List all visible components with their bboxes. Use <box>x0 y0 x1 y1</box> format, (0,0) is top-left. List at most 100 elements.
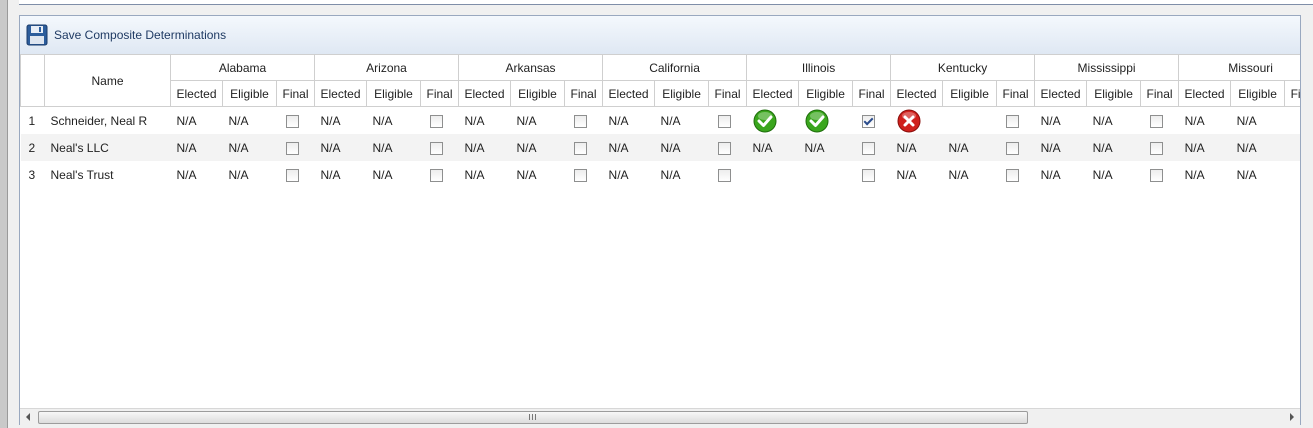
final-checkbox[interactable] <box>285 114 299 128</box>
final-checkbox[interactable] <box>717 141 731 155</box>
column-header-kentucky-elected[interactable]: Elected <box>890 80 944 107</box>
elected-cell: N/A <box>608 113 629 128</box>
column-header-arkansas-final[interactable]: Final <box>564 80 604 107</box>
elected-cell <box>747 107 799 135</box>
elected-cell: N/A <box>458 134 511 161</box>
column-header-alabama-eligible[interactable]: Eligible <box>222 80 277 107</box>
column-header-kentucky-final[interactable]: Final <box>996 80 1036 107</box>
final-checkbox[interactable] <box>1005 168 1019 182</box>
save-composite-determinations-button[interactable]: Save Composite Determinations <box>26 24 226 46</box>
final-checkbox[interactable] <box>1005 141 1019 155</box>
elected-cell: N/A <box>170 134 223 161</box>
final-cell <box>853 161 891 188</box>
column-header-missouri-eligible[interactable]: Eligible <box>1230 80 1286 107</box>
final-checkbox[interactable] <box>429 168 443 182</box>
composite-determinations-panel: Save Composite Determinations Name Alabam… <box>19 15 1301 425</box>
state-header-california: California <box>602 54 748 81</box>
elected-cell: N/A <box>602 134 655 161</box>
elected-cell: N/A <box>1184 167 1205 182</box>
column-header-california-eligible[interactable]: Eligible <box>654 80 710 107</box>
horizontal-scrollbar[interactable] <box>20 408 1300 425</box>
final-cell <box>277 161 315 188</box>
column-header-arizona-final[interactable]: Final <box>419 80 460 107</box>
final-cell <box>709 107 747 135</box>
scroll-right-arrow-icon[interactable] <box>1290 413 1294 421</box>
final-checkbox[interactable] <box>429 114 443 128</box>
elected-cell: N/A <box>890 134 943 161</box>
eligible-cell: N/A <box>228 113 249 128</box>
final-checkbox[interactable] <box>285 141 299 155</box>
final-cell <box>1141 161 1179 188</box>
final-cell <box>709 161 747 188</box>
column-header-mississippi-eligible[interactable]: Eligible <box>1086 80 1142 107</box>
entity-name[interactable]: Neal's Trust <box>45 161 171 188</box>
column-header-mississippi-final[interactable]: Final <box>1140 80 1180 107</box>
column-header-illinois-elected[interactable]: Elected <box>746 80 800 107</box>
final-cell <box>565 161 603 188</box>
entity-name[interactable]: Neal's LLC <box>44 134 171 161</box>
table-row[interactable]: 1 Schneider, Neal R N/A N/A N/A N/A N/A N/A N/A N… <box>21 107 1301 135</box>
eligible-cell: N/A <box>516 113 537 128</box>
determinations-grid: Name Alabama Arizona Arkansas California Illi… <box>20 54 1300 406</box>
save-button-label: Save Composite Determinations <box>54 28 227 42</box>
final-checkbox[interactable] <box>429 141 443 155</box>
final-cell <box>708 134 747 161</box>
elected-cell: N/A <box>320 167 341 182</box>
final-cell <box>1284 134 1300 161</box>
scrollbar-thumb[interactable] <box>38 411 1028 424</box>
column-header-california-final[interactable]: Final <box>708 80 748 107</box>
column-header-alabama-elected[interactable]: Elected <box>170 80 223 107</box>
final-checkbox[interactable] <box>861 168 875 182</box>
final-cell <box>997 161 1035 188</box>
elected-cell: N/A <box>746 134 799 161</box>
final-checkbox[interactable] <box>573 141 587 155</box>
eligible-cell: N/A <box>654 134 709 161</box>
final-checkbox[interactable] <box>1005 114 1019 128</box>
eligible-cell: N/A <box>1236 113 1257 128</box>
final-checkbox[interactable] <box>861 114 875 128</box>
eligible-cell: N/A <box>948 167 969 182</box>
check-icon <box>753 109 777 132</box>
column-header-california-elected[interactable]: Elected <box>602 80 656 107</box>
eligible-cell: N/A <box>798 134 853 161</box>
eligible-cell: N/A <box>516 167 537 182</box>
column-header-mississippi-elected[interactable]: Elected <box>1034 80 1088 107</box>
final-checkbox[interactable] <box>573 114 587 128</box>
column-header-arkansas-elected[interactable]: Elected <box>458 80 512 107</box>
final-checkbox[interactable] <box>1149 114 1163 128</box>
column-header-missouri-elected[interactable]: Elected <box>1178 80 1232 107</box>
column-header-illinois-final[interactable]: Final <box>852 80 892 107</box>
entity-name[interactable]: Schneider, Neal R <box>45 107 171 135</box>
elected-cell: N/A <box>464 113 485 128</box>
eligible-cell: N/A <box>372 113 393 128</box>
table-row[interactable]: 3 Neal's Trust N/A N/A N/A N/A N/A N/A N/A N/A N/A… <box>21 161 1301 188</box>
column-header-illinois-eligible[interactable]: Eligible <box>798 80 854 107</box>
column-header-arizona-elected[interactable]: Elected <box>314 80 367 107</box>
state-header-illinois: Illinois <box>746 54 892 81</box>
final-checkbox[interactable] <box>285 168 299 182</box>
final-checkbox[interactable] <box>861 141 875 155</box>
column-header-missouri-final[interactable]: Final <box>1284 80 1300 107</box>
final-checkbox[interactable] <box>573 168 587 182</box>
scroll-left-arrow-icon[interactable] <box>26 413 30 421</box>
final-cell <box>852 134 891 161</box>
column-header-arizona-eligible[interactable]: Eligible <box>366 80 421 107</box>
column-header-kentucky-eligible[interactable]: Eligible <box>942 80 998 107</box>
row-number: 2 <box>20 134 45 161</box>
column-header-arkansas-eligible[interactable]: Eligible <box>510 80 566 107</box>
column-header-alabama-final[interactable]: Final <box>276 80 315 107</box>
eligible-cell: N/A <box>1092 113 1113 128</box>
final-cell <box>996 134 1035 161</box>
elected-cell: N/A <box>1040 167 1061 182</box>
final-checkbox[interactable] <box>717 168 731 182</box>
elected-cell: N/A <box>1040 113 1061 128</box>
final-checkbox[interactable] <box>1149 141 1163 155</box>
final-cell <box>277 107 315 135</box>
final-checkbox[interactable] <box>717 114 731 128</box>
final-checkbox[interactable] <box>1149 168 1163 182</box>
elected-cell: N/A <box>176 167 197 182</box>
table-row[interactable]: 2 Neal's LLC N/A N/A N/A N/A N/A N/A N/A N/A N/A N/… <box>20 134 1300 161</box>
final-cell <box>997 107 1035 135</box>
final-cell <box>421 107 459 135</box>
name-column-header[interactable]: Name <box>44 54 171 107</box>
